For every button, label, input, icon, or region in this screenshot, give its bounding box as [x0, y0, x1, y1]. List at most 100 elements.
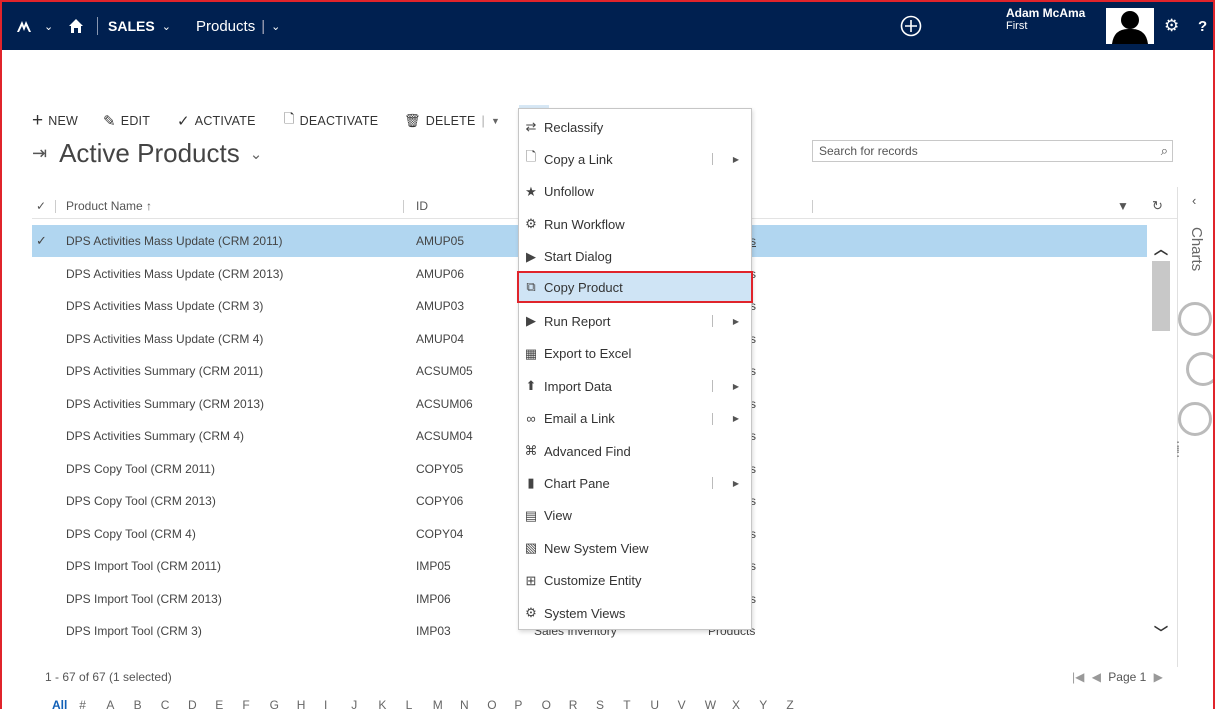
menu-item-chart-pane[interactable]: ▮ Chart Pane ▶: [519, 467, 751, 499]
menu-item-email-a-link[interactable]: ∞ Email a Link ▶: [519, 403, 751, 435]
product-name-cell[interactable]: DPS Activities Summary (CRM 2013): [66, 388, 264, 420]
next-page-icon[interactable]: ▶: [1154, 670, 1163, 684]
user-info[interactable]: Adam McAma First: [1006, 6, 1085, 32]
create-button[interactable]: [900, 2, 922, 50]
settings-button[interactable]: ⚙: [1164, 2, 1179, 50]
home-button[interactable]: [68, 2, 84, 50]
entity-breadcrumb[interactable]: Products | ⌄: [196, 2, 280, 50]
first-page-icon[interactable]: |◀: [1072, 670, 1084, 684]
refresh-button[interactable]: ↻: [1152, 195, 1163, 217]
alphabet-letter[interactable]: K: [378, 698, 386, 709]
product-name-cell[interactable]: DPS Activities Mass Update (CRM 3): [66, 290, 263, 322]
menu-item-run-workflow[interactable]: ⚙ Run Workflow: [519, 208, 751, 240]
view-selector[interactable]: ⇥ Active Products ⌄: [32, 138, 262, 169]
menu-item-label: Start Dialog: [544, 249, 612, 265]
alphabet-letter[interactable]: V: [678, 698, 686, 709]
alphabet-letter[interactable]: P: [514, 698, 522, 709]
menu-item-customize-entity[interactable]: ⊞ Customize Entity: [519, 565, 751, 597]
delete-button[interactable]: 🗑 DELETE | ▼: [404, 108, 500, 134]
column-header-product-name[interactable]: Product Name ↑: [66, 195, 152, 217]
alphabet-letter[interactable]: I: [324, 698, 327, 709]
alphabet-letter[interactable]: C: [161, 698, 170, 709]
plus-circle-icon: [900, 15, 922, 37]
alphabet-letter[interactable]: All: [52, 698, 67, 709]
product-name-cell[interactable]: DPS Import Tool (CRM 2011): [66, 550, 221, 582]
alphabet-letter[interactable]: S: [596, 698, 604, 709]
alphabet-letter[interactable]: #: [79, 698, 86, 709]
menu-item-copy-product[interactable]: ⧉ Copy Product: [517, 271, 753, 303]
alphabet-letter[interactable]: R: [569, 698, 578, 709]
product-name-cell[interactable]: DPS Activities Mass Update (CRM 4): [66, 323, 263, 355]
alphabet-letter[interactable]: O: [487, 698, 496, 709]
product-name-cell[interactable]: DPS Copy Tool (CRM 4): [66, 518, 196, 550]
alphabet-letter[interactable]: A: [106, 698, 114, 709]
bar-chart-icon[interactable]: [1178, 302, 1212, 336]
product-name-cell[interactable]: DPS Activities Mass Update (CRM 2011): [66, 225, 283, 257]
product-name-cell[interactable]: DPS Copy Tool (CRM 2013): [66, 485, 216, 517]
menu-item-copy-a-link[interactable]: 🗋 Copy a Link ▶: [519, 143, 751, 175]
activate-button[interactable]: ✓ ACTIVATE: [177, 108, 256, 134]
menu-item-new-system-view[interactable]: ▧ New System View: [519, 532, 751, 564]
scroll-up-icon[interactable]: ︿: [1154, 239, 1168, 259]
alphabet-letter[interactable]: J: [351, 698, 357, 709]
alphabet-letter[interactable]: E: [215, 698, 223, 709]
menu-item-export-to-excel[interactable]: ▦ Export to Excel: [519, 338, 751, 370]
area-menu[interactable]: SALES ⌄: [108, 2, 171, 50]
menu-item-import-data[interactable]: ⬆ Import Data ▶: [519, 370, 751, 402]
help-button[interactable]: ?: [1198, 2, 1207, 50]
id-cell: ACSUM04: [416, 429, 473, 443]
row-check-icon[interactable]: ✓: [36, 225, 47, 257]
previous-page-icon[interactable]: ◀: [1092, 670, 1101, 684]
pie-chart-icon[interactable]: [1186, 352, 1213, 386]
column-header-id[interactable]: ID: [416, 195, 428, 217]
alphabet-letter[interactable]: X: [732, 698, 740, 709]
alphabet-letter[interactable]: D: [188, 698, 197, 709]
product-name-cell[interactable]: DPS Activities Summary (CRM 2011): [66, 355, 263, 387]
delete-label: DELETE: [425, 114, 476, 128]
menu-item-view[interactable]: ▤ View: [519, 500, 751, 532]
delete-dropdown-arrow-icon[interactable]: ▼: [491, 116, 500, 126]
resize-handle[interactable]: ⋮ ⋮: [1172, 440, 1184, 458]
pin-icon[interactable]: ⇥: [32, 143, 47, 164]
menu-item-start-dialog[interactable]: ▶ Start Dialog: [519, 241, 751, 273]
import-icon: ⬆: [525, 378, 537, 394]
dynamics-logo-menu[interactable]: ⌄: [16, 2, 53, 50]
grid-scrollbar[interactable]: ︿ ﹀: [1149, 235, 1171, 649]
menu-item-reclassify[interactable]: ⇄ Reclassify: [519, 111, 751, 143]
search-icon[interactable]: ⌕: [1161, 143, 1168, 159]
menu-item-advanced-find[interactable]: ⌘ Advanced Find: [519, 435, 751, 467]
alphabet-letter[interactable]: N: [460, 698, 469, 709]
alphabet-letter[interactable]: M: [433, 698, 443, 709]
alphabet-letter[interactable]: Z: [786, 698, 793, 709]
collapse-chevron-icon[interactable]: ‹: [1192, 193, 1196, 208]
menu-item-run-report[interactable]: ▶ Run Report ▶: [519, 305, 751, 337]
edit-button[interactable]: ✎ EDIT: [103, 108, 150, 134]
scroll-thumb[interactable]: [1152, 261, 1170, 331]
alphabet-letter[interactable]: B: [134, 698, 142, 709]
alphabet-letter[interactable]: H: [297, 698, 306, 709]
alphabet-letter[interactable]: T: [623, 698, 630, 709]
new-button[interactable]: + NEW: [32, 108, 78, 134]
alphabet-letter[interactable]: F: [242, 698, 249, 709]
product-name-cell[interactable]: DPS Import Tool (CRM 3): [66, 615, 202, 647]
alphabet-letter[interactable]: L: [406, 698, 413, 709]
product-name-cell[interactable]: DPS Copy Tool (CRM 2011): [66, 453, 215, 485]
search-input[interactable]: Search for records ⌕: [812, 140, 1173, 162]
deactivate-button[interactable]: 🗋 DEACTIVATE: [284, 108, 378, 134]
select-all-checkbox[interactable]: ✓: [36, 195, 46, 217]
alphabet-letter[interactable]: Y: [759, 698, 767, 709]
line-chart-icon[interactable]: [1178, 402, 1212, 436]
product-name-cell[interactable]: DPS Import Tool (CRM 2013): [66, 583, 222, 615]
alphabet-letter[interactable]: G: [270, 698, 279, 709]
id-cell: COPY04: [416, 526, 464, 541]
scroll-down-icon[interactable]: ﹀: [1154, 623, 1168, 643]
avatar[interactable]: [1106, 8, 1154, 44]
alphabet-letter[interactable]: Q: [542, 698, 551, 709]
product-name-cell[interactable]: DPS Activities Mass Update (CRM 2013): [66, 258, 283, 290]
filter-button[interactable]: ▼: [1117, 195, 1129, 217]
menu-item-unfollow[interactable]: ★ Unfollow: [519, 176, 751, 208]
alphabet-letter[interactable]: W: [705, 698, 716, 709]
menu-item-system-views[interactable]: ⚙ System Views: [519, 597, 751, 629]
product-name-cell[interactable]: DPS Activities Summary (CRM 4): [66, 420, 244, 452]
alphabet-letter[interactable]: U: [650, 698, 659, 709]
